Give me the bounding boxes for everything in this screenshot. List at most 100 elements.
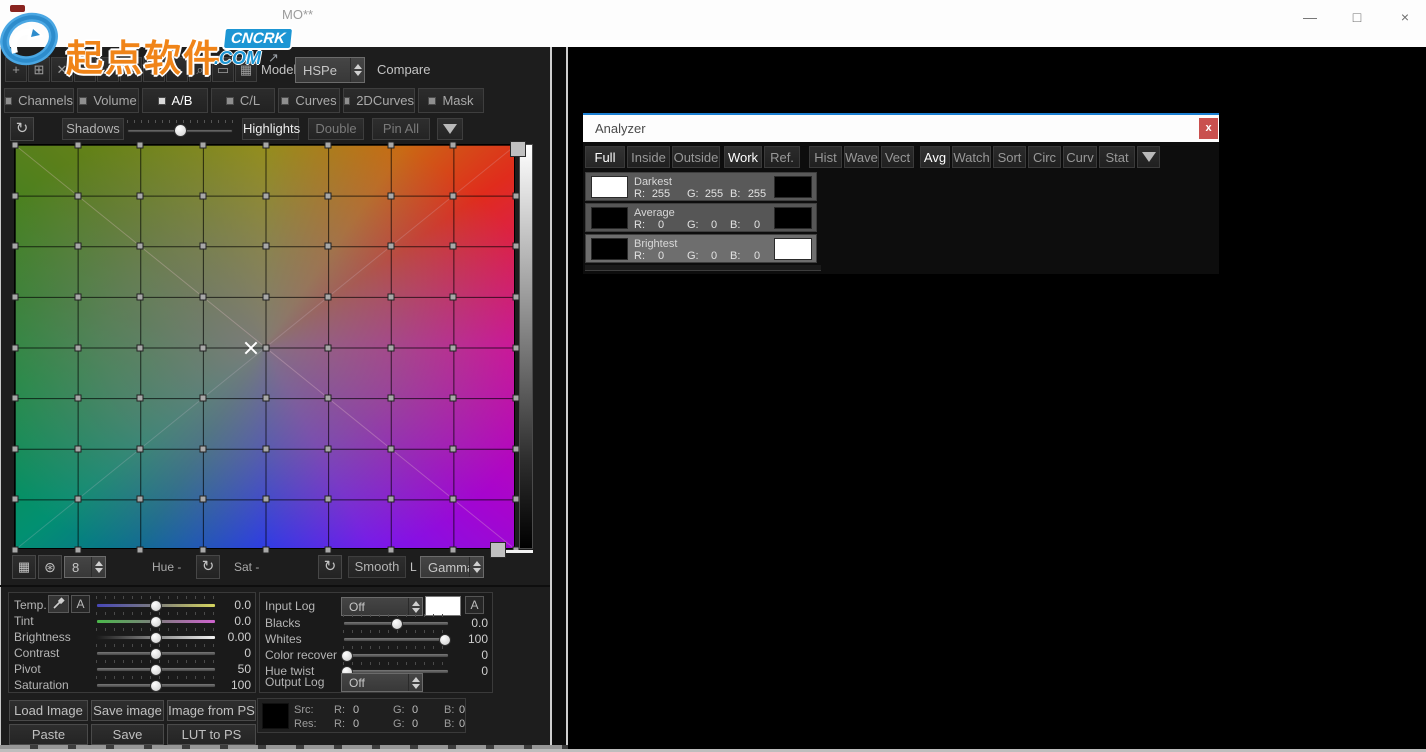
grid-node[interactable] bbox=[325, 395, 332, 402]
grid-node[interactable] bbox=[137, 395, 144, 402]
paste-button[interactable]: Paste bbox=[9, 724, 88, 745]
grid-node[interactable] bbox=[137, 142, 144, 149]
load-image-button[interactable]: Load Image bbox=[9, 700, 88, 721]
auto-temp-button[interactable]: A bbox=[71, 595, 90, 613]
marquee-select-icon[interactable]: ▫ bbox=[97, 57, 119, 82]
grid-node[interactable] bbox=[199, 243, 206, 250]
slider-track[interactable] bbox=[96, 651, 216, 656]
grid-node[interactable] bbox=[325, 293, 332, 300]
grid-node[interactable] bbox=[74, 344, 81, 351]
grid-node[interactable] bbox=[325, 192, 332, 199]
grid-node[interactable] bbox=[450, 445, 457, 452]
grid-node[interactable] bbox=[387, 293, 394, 300]
analyzer-button-full[interactable]: Full bbox=[585, 146, 625, 168]
grid-node[interactable] bbox=[387, 496, 394, 503]
grid-mode-toggle[interactable]: ▦ bbox=[12, 555, 36, 579]
grid-node[interactable] bbox=[12, 547, 19, 554]
output-log-dropdown[interactable]: Off bbox=[341, 673, 423, 692]
slider-track[interactable] bbox=[343, 621, 449, 626]
pin-all-button[interactable]: Pin All bbox=[372, 118, 430, 140]
grid-node[interactable] bbox=[137, 445, 144, 452]
reset-grid-button[interactable]: ↻ bbox=[10, 117, 34, 141]
grid-node[interactable] bbox=[262, 547, 269, 554]
tab-channels[interactable]: Channels bbox=[4, 88, 74, 113]
analyzer-close-button[interactable]: x bbox=[1199, 118, 1218, 139]
splitter[interactable] bbox=[552, 47, 566, 752]
grid-node[interactable] bbox=[387, 344, 394, 351]
grid-node[interactable] bbox=[325, 142, 332, 149]
reset-sat-button[interactable]: ↻ bbox=[318, 555, 342, 579]
delete-point-icon[interactable]: ✕ bbox=[51, 57, 73, 82]
grid-node[interactable] bbox=[325, 547, 332, 554]
shadows-button[interactable]: Shadows bbox=[62, 118, 124, 140]
grid-node[interactable] bbox=[12, 496, 19, 503]
tab-curves[interactable]: Curves bbox=[278, 88, 340, 113]
slider-thumb[interactable] bbox=[150, 664, 162, 676]
grid-node[interactable] bbox=[137, 547, 144, 554]
grid-node[interactable] bbox=[74, 192, 81, 199]
grid-node[interactable] bbox=[325, 496, 332, 503]
grid-node[interactable] bbox=[199, 445, 206, 452]
analyzer-button-vect[interactable]: Vect bbox=[881, 146, 914, 168]
grid-node[interactable] bbox=[74, 445, 81, 452]
grid-node[interactable] bbox=[387, 547, 394, 554]
model-dropdown[interactable]: HSPe bbox=[295, 57, 365, 83]
grid-node[interactable] bbox=[450, 142, 457, 149]
grid-node[interactable] bbox=[450, 243, 457, 250]
ab-color-grid[interactable] bbox=[14, 144, 515, 549]
grid-node[interactable] bbox=[199, 142, 206, 149]
dropdown-spinner[interactable] bbox=[408, 598, 422, 615]
grid-node[interactable] bbox=[74, 293, 81, 300]
grid-node[interactable] bbox=[450, 293, 457, 300]
analyzer-button-curv[interactable]: Curv bbox=[1063, 146, 1097, 168]
divisions-spinner[interactable] bbox=[91, 557, 105, 577]
grid-node[interactable] bbox=[387, 243, 394, 250]
slider-thumb[interactable] bbox=[150, 648, 162, 660]
grid-node[interactable] bbox=[137, 243, 144, 250]
grid-node[interactable] bbox=[199, 293, 206, 300]
grid-options-dropdown[interactable] bbox=[437, 118, 463, 140]
grid-node[interactable] bbox=[262, 445, 269, 452]
analyzer-button-avg[interactable]: Avg bbox=[920, 146, 950, 168]
zoom-in-icon[interactable]: ⌕ bbox=[166, 57, 188, 82]
analyzer-button-outside[interactable]: Outside bbox=[672, 146, 720, 168]
grid-node[interactable] bbox=[137, 293, 144, 300]
wheel-mode-toggle[interactable]: ⊛ bbox=[38, 555, 62, 579]
model-spinner[interactable] bbox=[350, 58, 364, 82]
grid-node[interactable] bbox=[74, 243, 81, 250]
save-image-button[interactable]: Save image bbox=[91, 700, 164, 721]
grid-node[interactable] bbox=[137, 344, 144, 351]
grid-node[interactable] bbox=[74, 142, 81, 149]
slider-thumb[interactable] bbox=[174, 124, 187, 137]
reset-hue-button[interactable]: ↻ bbox=[196, 555, 220, 579]
slider-thumb[interactable] bbox=[150, 600, 162, 612]
smooth-button[interactable]: Smooth bbox=[348, 556, 406, 578]
grid-node[interactable] bbox=[12, 344, 19, 351]
grid-node[interactable] bbox=[12, 293, 19, 300]
slider-track[interactable] bbox=[96, 635, 216, 640]
analyzer-row-darkest[interactable]: DarkestR:255G:255B:255 bbox=[585, 172, 817, 201]
grid-node[interactable] bbox=[137, 192, 144, 199]
analyzer-button-stat[interactable]: Stat bbox=[1099, 146, 1135, 168]
analyzer-button-inside[interactable]: Inside bbox=[627, 146, 670, 168]
slider-thumb[interactable] bbox=[439, 634, 451, 646]
divisions-stepper[interactable]: 8 bbox=[64, 556, 106, 578]
grid-node[interactable] bbox=[450, 547, 457, 554]
grid-node[interactable] bbox=[387, 395, 394, 402]
add-box-icon[interactable]: ⊞ bbox=[28, 57, 50, 82]
grid-node[interactable] bbox=[262, 293, 269, 300]
luminance-strip[interactable] bbox=[519, 144, 533, 549]
input-log-color-swatch[interactable] bbox=[425, 596, 461, 616]
grid-view-icon[interactable]: ▦ bbox=[235, 57, 257, 82]
analyzer-button-work[interactable]: Work bbox=[724, 146, 762, 168]
grid-node[interactable] bbox=[137, 496, 144, 503]
grid-node[interactable] bbox=[325, 243, 332, 250]
tab-mask[interactable]: Mask bbox=[418, 88, 484, 113]
grid-node[interactable] bbox=[262, 496, 269, 503]
grid-node[interactable] bbox=[387, 192, 394, 199]
lut-to-ps-button[interactable]: LUT to PS bbox=[167, 724, 256, 745]
analyzer-button-watch[interactable]: Watch bbox=[952, 146, 991, 168]
grid-node[interactable] bbox=[450, 496, 457, 503]
analyzer-button-ref[interactable]: Ref. bbox=[764, 146, 800, 168]
image-from-ps-button[interactable]: Image from PS bbox=[167, 700, 256, 721]
